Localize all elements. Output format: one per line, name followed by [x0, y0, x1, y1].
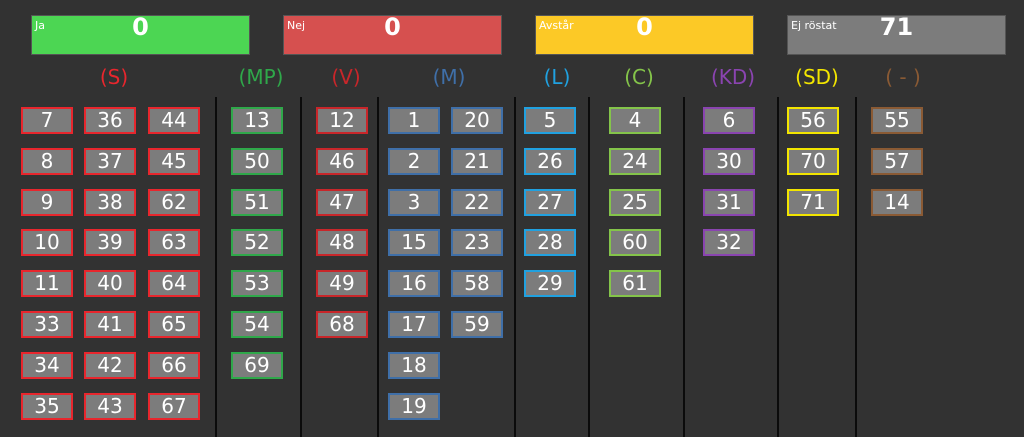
party-label: (L)	[543, 65, 571, 89]
seat-42[interactable]: 42	[84, 352, 136, 379]
seat-59[interactable]: 59	[451, 311, 503, 338]
party-label: (M)	[432, 65, 466, 89]
seat-13[interactable]: 13	[231, 107, 283, 134]
seat-8[interactable]: 8	[21, 148, 73, 175]
tally-count: 0	[384, 13, 401, 41]
seat-50[interactable]: 50	[231, 148, 283, 175]
seat-30[interactable]: 30	[703, 148, 755, 175]
seat-20[interactable]: 20	[451, 107, 503, 134]
tally-ej-röstat: Ej röstat 71	[787, 15, 1006, 55]
seat-33[interactable]: 33	[21, 311, 73, 338]
party-divider	[588, 97, 590, 437]
seat-52[interactable]: 52	[231, 229, 283, 256]
seat-67[interactable]: 67	[148, 393, 200, 420]
seat-40[interactable]: 40	[84, 270, 136, 297]
seat-57[interactable]: 57	[871, 148, 923, 175]
seat-1[interactable]: 1	[388, 107, 440, 134]
seat-22[interactable]: 22	[451, 189, 503, 216]
tally-count: 0	[132, 13, 149, 41]
seat-27[interactable]: 27	[524, 189, 576, 216]
seat-19[interactable]: 19	[388, 393, 440, 420]
seat-2[interactable]: 2	[388, 148, 440, 175]
seat-62[interactable]: 62	[148, 189, 200, 216]
seat-15[interactable]: 15	[388, 229, 440, 256]
seat-58[interactable]: 58	[451, 270, 503, 297]
party-divider	[300, 97, 302, 437]
seat-61[interactable]: 61	[609, 270, 661, 297]
party-divider	[683, 97, 685, 437]
seat-10[interactable]: 10	[21, 229, 73, 256]
party-label: (C)	[624, 65, 654, 89]
seat-69[interactable]: 69	[231, 352, 283, 379]
tally-count: 71	[879, 13, 914, 41]
seat-68[interactable]: 68	[316, 311, 368, 338]
seat-41[interactable]: 41	[84, 311, 136, 338]
seat-12[interactable]: 12	[316, 107, 368, 134]
seat-60[interactable]: 60	[609, 229, 661, 256]
seat-7[interactable]: 7	[21, 107, 73, 134]
party-label: (MP)	[238, 65, 284, 89]
seat-71[interactable]: 71	[787, 189, 839, 216]
seat-53[interactable]: 53	[231, 270, 283, 297]
seat-55[interactable]: 55	[871, 107, 923, 134]
seat-63[interactable]: 63	[148, 229, 200, 256]
tally-ja: Ja 0	[31, 15, 250, 55]
seat-24[interactable]: 24	[609, 148, 661, 175]
seat-5[interactable]: 5	[524, 107, 576, 134]
seat-39[interactable]: 39	[84, 229, 136, 256]
seat-46[interactable]: 46	[316, 148, 368, 175]
party-label: (V)	[331, 65, 361, 89]
seat-44[interactable]: 44	[148, 107, 200, 134]
seat-38[interactable]: 38	[84, 189, 136, 216]
seat-16[interactable]: 16	[388, 270, 440, 297]
seat-56[interactable]: 56	[787, 107, 839, 134]
party-divider	[777, 97, 779, 437]
seat-25[interactable]: 25	[609, 189, 661, 216]
seat-17[interactable]: 17	[388, 311, 440, 338]
seat-9[interactable]: 9	[21, 189, 73, 216]
tally-avstår: Avstår 0	[535, 15, 754, 55]
seat-66[interactable]: 66	[148, 352, 200, 379]
seat-31[interactable]: 31	[703, 189, 755, 216]
seat-4[interactable]: 4	[609, 107, 661, 134]
seat-51[interactable]: 51	[231, 189, 283, 216]
seat-43[interactable]: 43	[84, 393, 136, 420]
seat-35[interactable]: 35	[21, 393, 73, 420]
seat-34[interactable]: 34	[21, 352, 73, 379]
seat-64[interactable]: 64	[148, 270, 200, 297]
seat-18[interactable]: 18	[388, 352, 440, 379]
seat-29[interactable]: 29	[524, 270, 576, 297]
seat-3[interactable]: 3	[388, 189, 440, 216]
seat-37[interactable]: 37	[84, 148, 136, 175]
seat-11[interactable]: 11	[21, 270, 73, 297]
party-divider	[514, 97, 516, 437]
seat-14[interactable]: 14	[871, 189, 923, 216]
seat-32[interactable]: 32	[703, 229, 755, 256]
seat-6[interactable]: 6	[703, 107, 755, 134]
party-label: (SD)	[795, 65, 839, 89]
seat-48[interactable]: 48	[316, 229, 368, 256]
party-divider	[377, 97, 379, 437]
party-divider	[215, 97, 217, 437]
party-label: (KD)	[710, 65, 756, 89]
seat-45[interactable]: 45	[148, 148, 200, 175]
party-label: (S)	[99, 65, 129, 89]
seat-49[interactable]: 49	[316, 270, 368, 297]
seat-47[interactable]: 47	[316, 189, 368, 216]
seat-70[interactable]: 70	[787, 148, 839, 175]
seat-21[interactable]: 21	[451, 148, 503, 175]
seat-26[interactable]: 26	[524, 148, 576, 175]
seat-65[interactable]: 65	[148, 311, 200, 338]
seat-23[interactable]: 23	[451, 229, 503, 256]
tally-nej: Nej 0	[283, 15, 502, 55]
party-divider	[855, 97, 857, 437]
seat-36[interactable]: 36	[84, 107, 136, 134]
tally-count: 0	[636, 13, 653, 41]
seat-28[interactable]: 28	[524, 229, 576, 256]
seat-54[interactable]: 54	[231, 311, 283, 338]
party-label: ( - )	[885, 65, 921, 89]
